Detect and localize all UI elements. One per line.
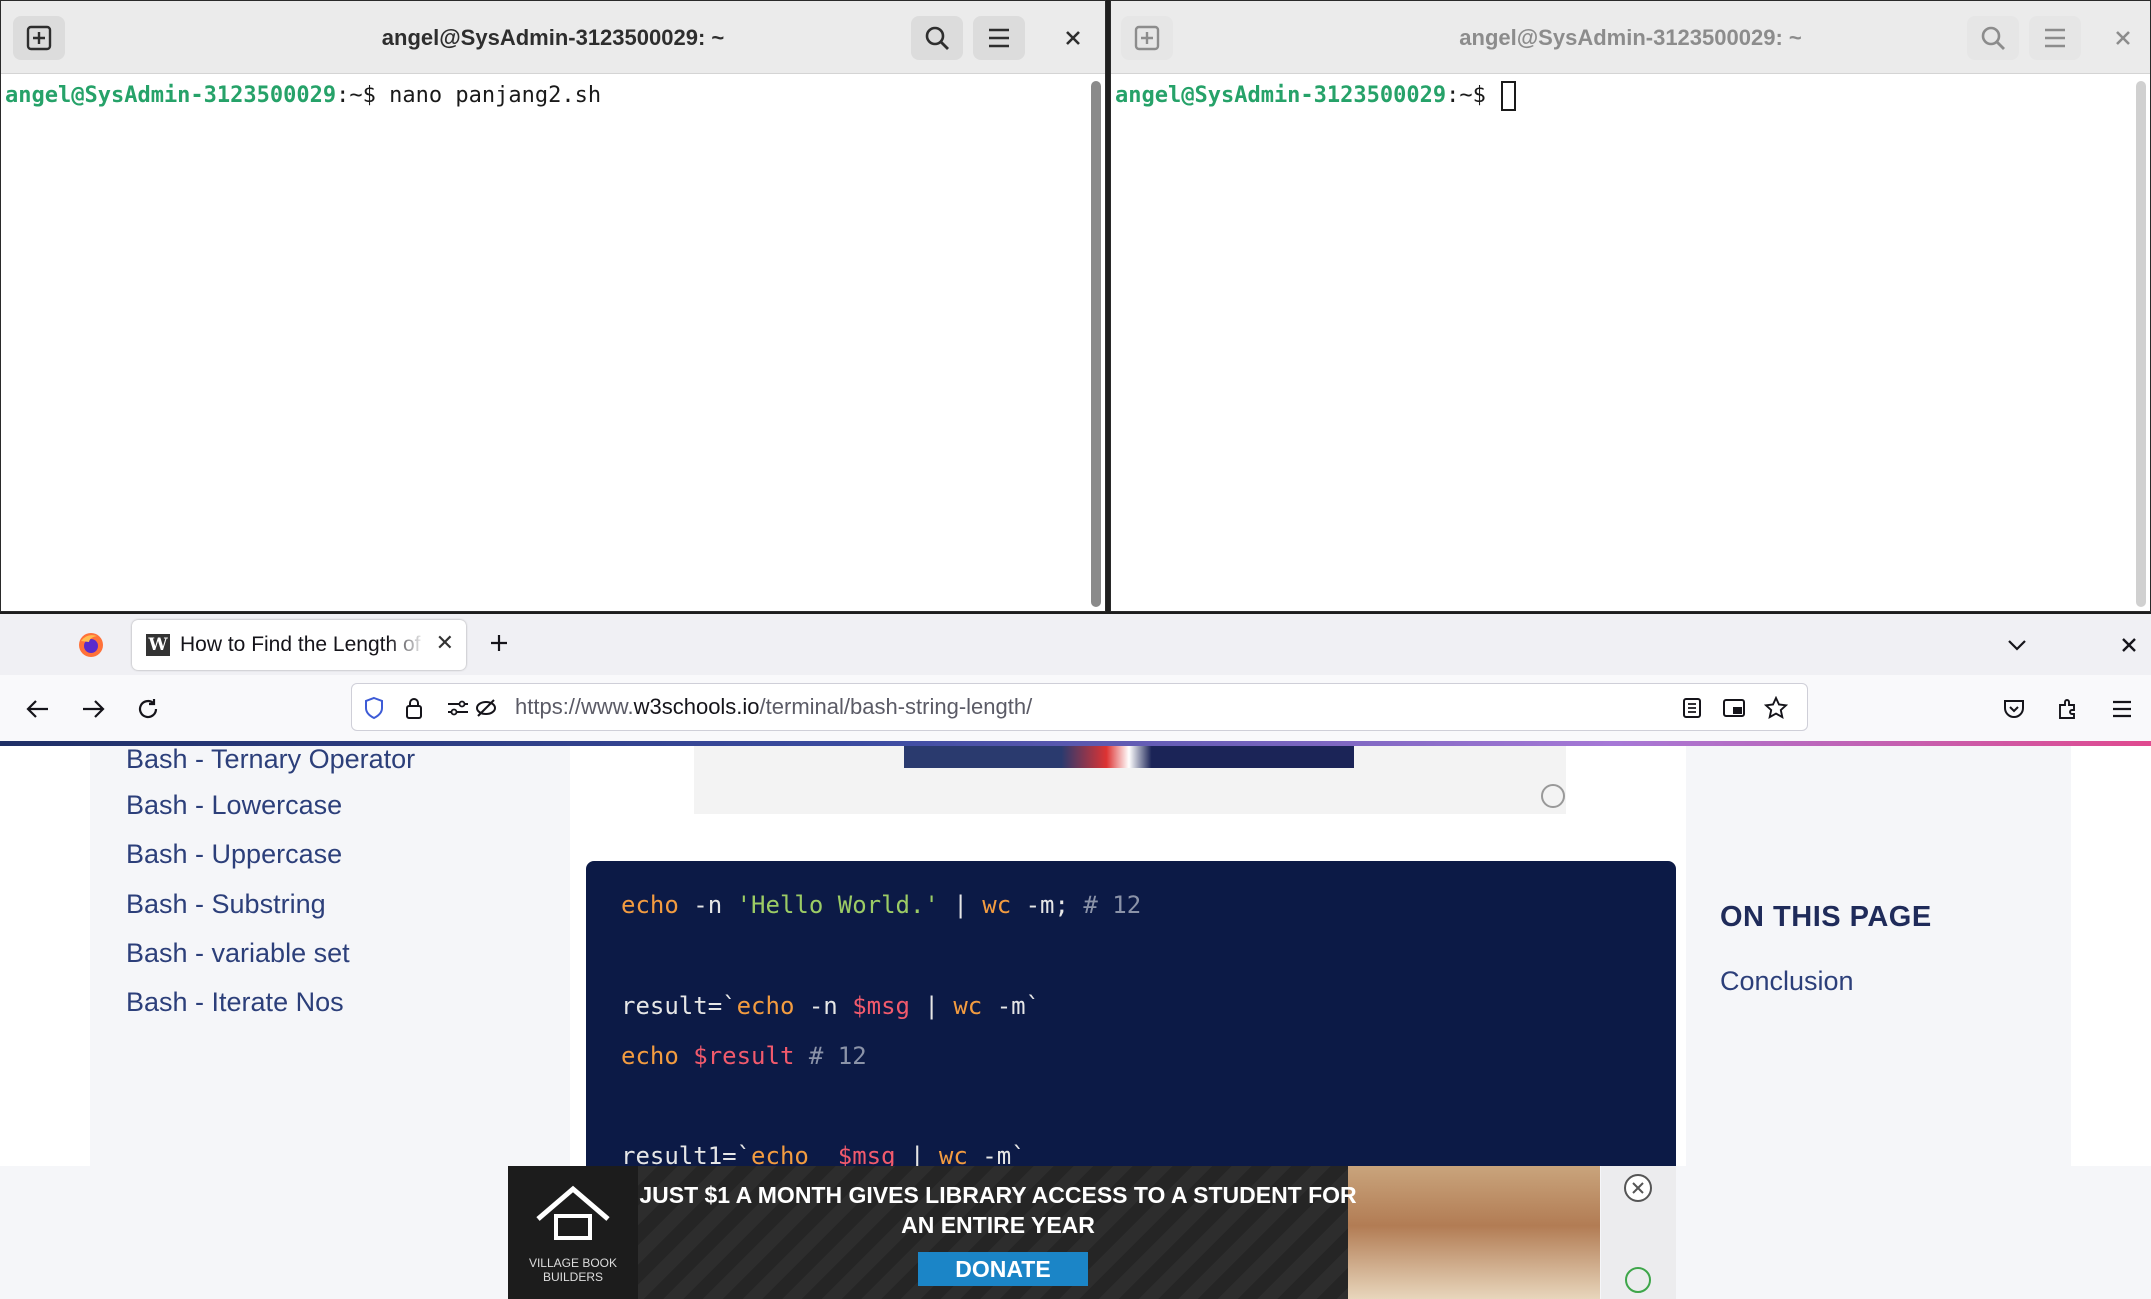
ad-logo-area: VILLAGE BOOK BUILDERS [508, 1166, 638, 1299]
code-line: result=`echo -n $msg | wc -m` [621, 992, 1041, 1020]
ad-headline: JUST $1 A MONTH GIVES LIBRARY ACCESS TO … [628, 1180, 1368, 1240]
extensions-button[interactable] [2050, 691, 2086, 727]
close-icon [2116, 31, 2130, 45]
permissions-sliders-icon [448, 700, 468, 716]
hamburger-icon [2113, 700, 2131, 718]
close-icon [1632, 1182, 1644, 1194]
picture-in-picture-icon [1723, 699, 1745, 717]
plus-icon [491, 635, 507, 651]
url-path: /terminal/bash-string-length/ [759, 694, 1033, 719]
new-tab-button[interactable] [484, 628, 514, 658]
terminal-window-right[interactable]: angel@SysAdmin-3123500029: ~ angel@SysAd… [1110, 0, 2151, 612]
sidebar-item-substring[interactable]: Bash - Substring [126, 889, 326, 920]
close-icon [1066, 31, 1080, 45]
terminal-cursor [1501, 81, 1517, 111]
search-button[interactable] [1967, 16, 2019, 60]
sidebar-item-uppercase[interactable]: Bash - Uppercase [126, 839, 342, 870]
tracking-blocked-icon[interactable] [472, 694, 500, 722]
puzzle-icon [2059, 699, 2075, 719]
navigation-toolbar: https://www.w3schools.io/terminal/bash-s… [0, 675, 2151, 741]
star-icon [1764, 696, 1788, 719]
url-domain: w3schools.io [633, 694, 760, 719]
firefox-logo-icon [79, 633, 103, 657]
ad-headline-line-2: AN ENTIRE YEAR [901, 1212, 1095, 1238]
search-icon [1981, 26, 2005, 50]
bottom-ad-banner[interactable]: VILLAGE BOOK BUILDERS JUST $1 A MONTH GI… [508, 1166, 1600, 1299]
tab-title: How to Find the Length of [180, 633, 421, 656]
chevron-down-icon [2008, 640, 2026, 651]
hamburger-icon [2045, 28, 2065, 48]
eye-slash-icon [476, 699, 496, 717]
url-text[interactable]: https://www.w3schools.io/terminal/bash-s… [515, 684, 1032, 730]
close-button[interactable] [2097, 16, 2149, 60]
picture-in-picture-button[interactable] [1720, 694, 1748, 722]
lock-icon [406, 698, 422, 719]
ad-brand-text: VILLAGE BOOK BUILDERS [528, 1256, 618, 1284]
on-this-page-title: ON THIS PAGE [1720, 901, 1932, 933]
ad-choices-icon[interactable] [1625, 1267, 1651, 1293]
bookmark-button[interactable] [1762, 694, 1790, 722]
toc-link-conclusion[interactable]: Conclusion [1720, 966, 1854, 997]
hamburger-icon [989, 28, 1009, 48]
pocket-button[interactable] [1996, 691, 2032, 727]
ad-close-button[interactable] [1624, 1174, 1652, 1202]
reader-view-button[interactable] [1678, 694, 1706, 722]
tab-close-icon[interactable]: ✕ [436, 631, 454, 657]
browser-window: W How to Find the Length of ✕ https://ww… [0, 614, 2151, 1299]
firefox-icon[interactable] [76, 630, 106, 660]
ad-controls [1601, 1166, 1676, 1299]
terminal-output[interactable]: angel@SysAdmin-3123500029:~$ [1111, 75, 2150, 611]
ad-kids-photo [1348, 1166, 1600, 1299]
site-security-icon[interactable] [400, 694, 428, 722]
tab-bar: W How to Find the Length of ✕ [0, 614, 2151, 675]
window-close-button[interactable] [2116, 630, 2142, 660]
app-menu-button[interactable] [2104, 691, 2140, 727]
terminal-scrollbar[interactable] [1091, 81, 1101, 607]
ad-choices-icon[interactable] [1541, 784, 1565, 808]
terminal-header: angel@SysAdmin-3123500029: ~ [1111, 1, 2150, 74]
house-logo-icon [536, 1185, 610, 1240]
terminal-header: angel@SysAdmin-3123500029: ~ [1, 1, 1105, 74]
code-line: echo $result # 12 [621, 1042, 867, 1070]
search-icon [925, 26, 949, 50]
donate-button[interactable]: DONATE [918, 1252, 1088, 1286]
prompt-path: :~$ [1446, 83, 1486, 108]
w3schools-favicon-icon: W [146, 634, 170, 656]
sidebar-item-iterate-nos[interactable]: Bash - Iterate Nos [126, 987, 344, 1018]
reload-icon [138, 699, 158, 719]
menu-button[interactable] [2029, 16, 2081, 60]
arrow-left-icon [26, 700, 48, 718]
code-line: echo -n 'Hello World.' | wc -m; # 12 [621, 891, 1142, 919]
terminal-output[interactable]: angel@SysAdmin-3123500029:~$ nano panjan… [1, 75, 1105, 611]
sidebar-item-lowercase[interactable]: Bash - Lowercase [126, 790, 342, 821]
prompt-path: :~$ [336, 83, 376, 108]
close-button[interactable] [1047, 16, 1099, 60]
forward-button[interactable] [75, 691, 111, 727]
terminal-scrollbar[interactable] [2136, 81, 2146, 607]
reader-view-icon [1683, 698, 1701, 718]
menu-button[interactable] [973, 16, 1025, 60]
close-icon [2122, 638, 2136, 652]
sidebar-item-ternary-operator[interactable]: Bash - Ternary Operator [126, 746, 415, 775]
url-prefix: https://www. [515, 694, 634, 719]
sidebar-item-variable-set[interactable]: Bash - variable set [126, 938, 350, 969]
terminal-window-left[interactable]: angel@SysAdmin-3123500029: ~ angel@SysAd… [0, 0, 1106, 612]
ad-headline-line-1: JUST $1 A MONTH GIVES LIBRARY ACCESS TO … [639, 1182, 1357, 1208]
search-button[interactable] [911, 16, 963, 60]
reload-button[interactable] [130, 691, 166, 727]
browser-tab[interactable]: W How to Find the Length of ✕ [132, 620, 466, 670]
prompt-user: angel@SysAdmin-3123500029 [5, 83, 337, 108]
tracking-protection-icon[interactable] [360, 694, 388, 722]
permissions-icon[interactable] [444, 694, 472, 722]
top-ad-banner[interactable] [694, 746, 1566, 814]
pocket-icon [2004, 700, 2024, 718]
command-text: nano panjang2.sh [375, 83, 602, 108]
shield-icon [365, 696, 383, 720]
ad-image [904, 746, 1354, 768]
url-bar[interactable]: https://www.w3schools.io/terminal/bash-s… [351, 683, 1808, 731]
prompt-user: angel@SysAdmin-3123500029 [1115, 83, 1447, 108]
list-tabs-button[interactable] [2002, 630, 2032, 660]
arrow-right-icon [83, 700, 105, 718]
back-button[interactable] [20, 691, 56, 727]
